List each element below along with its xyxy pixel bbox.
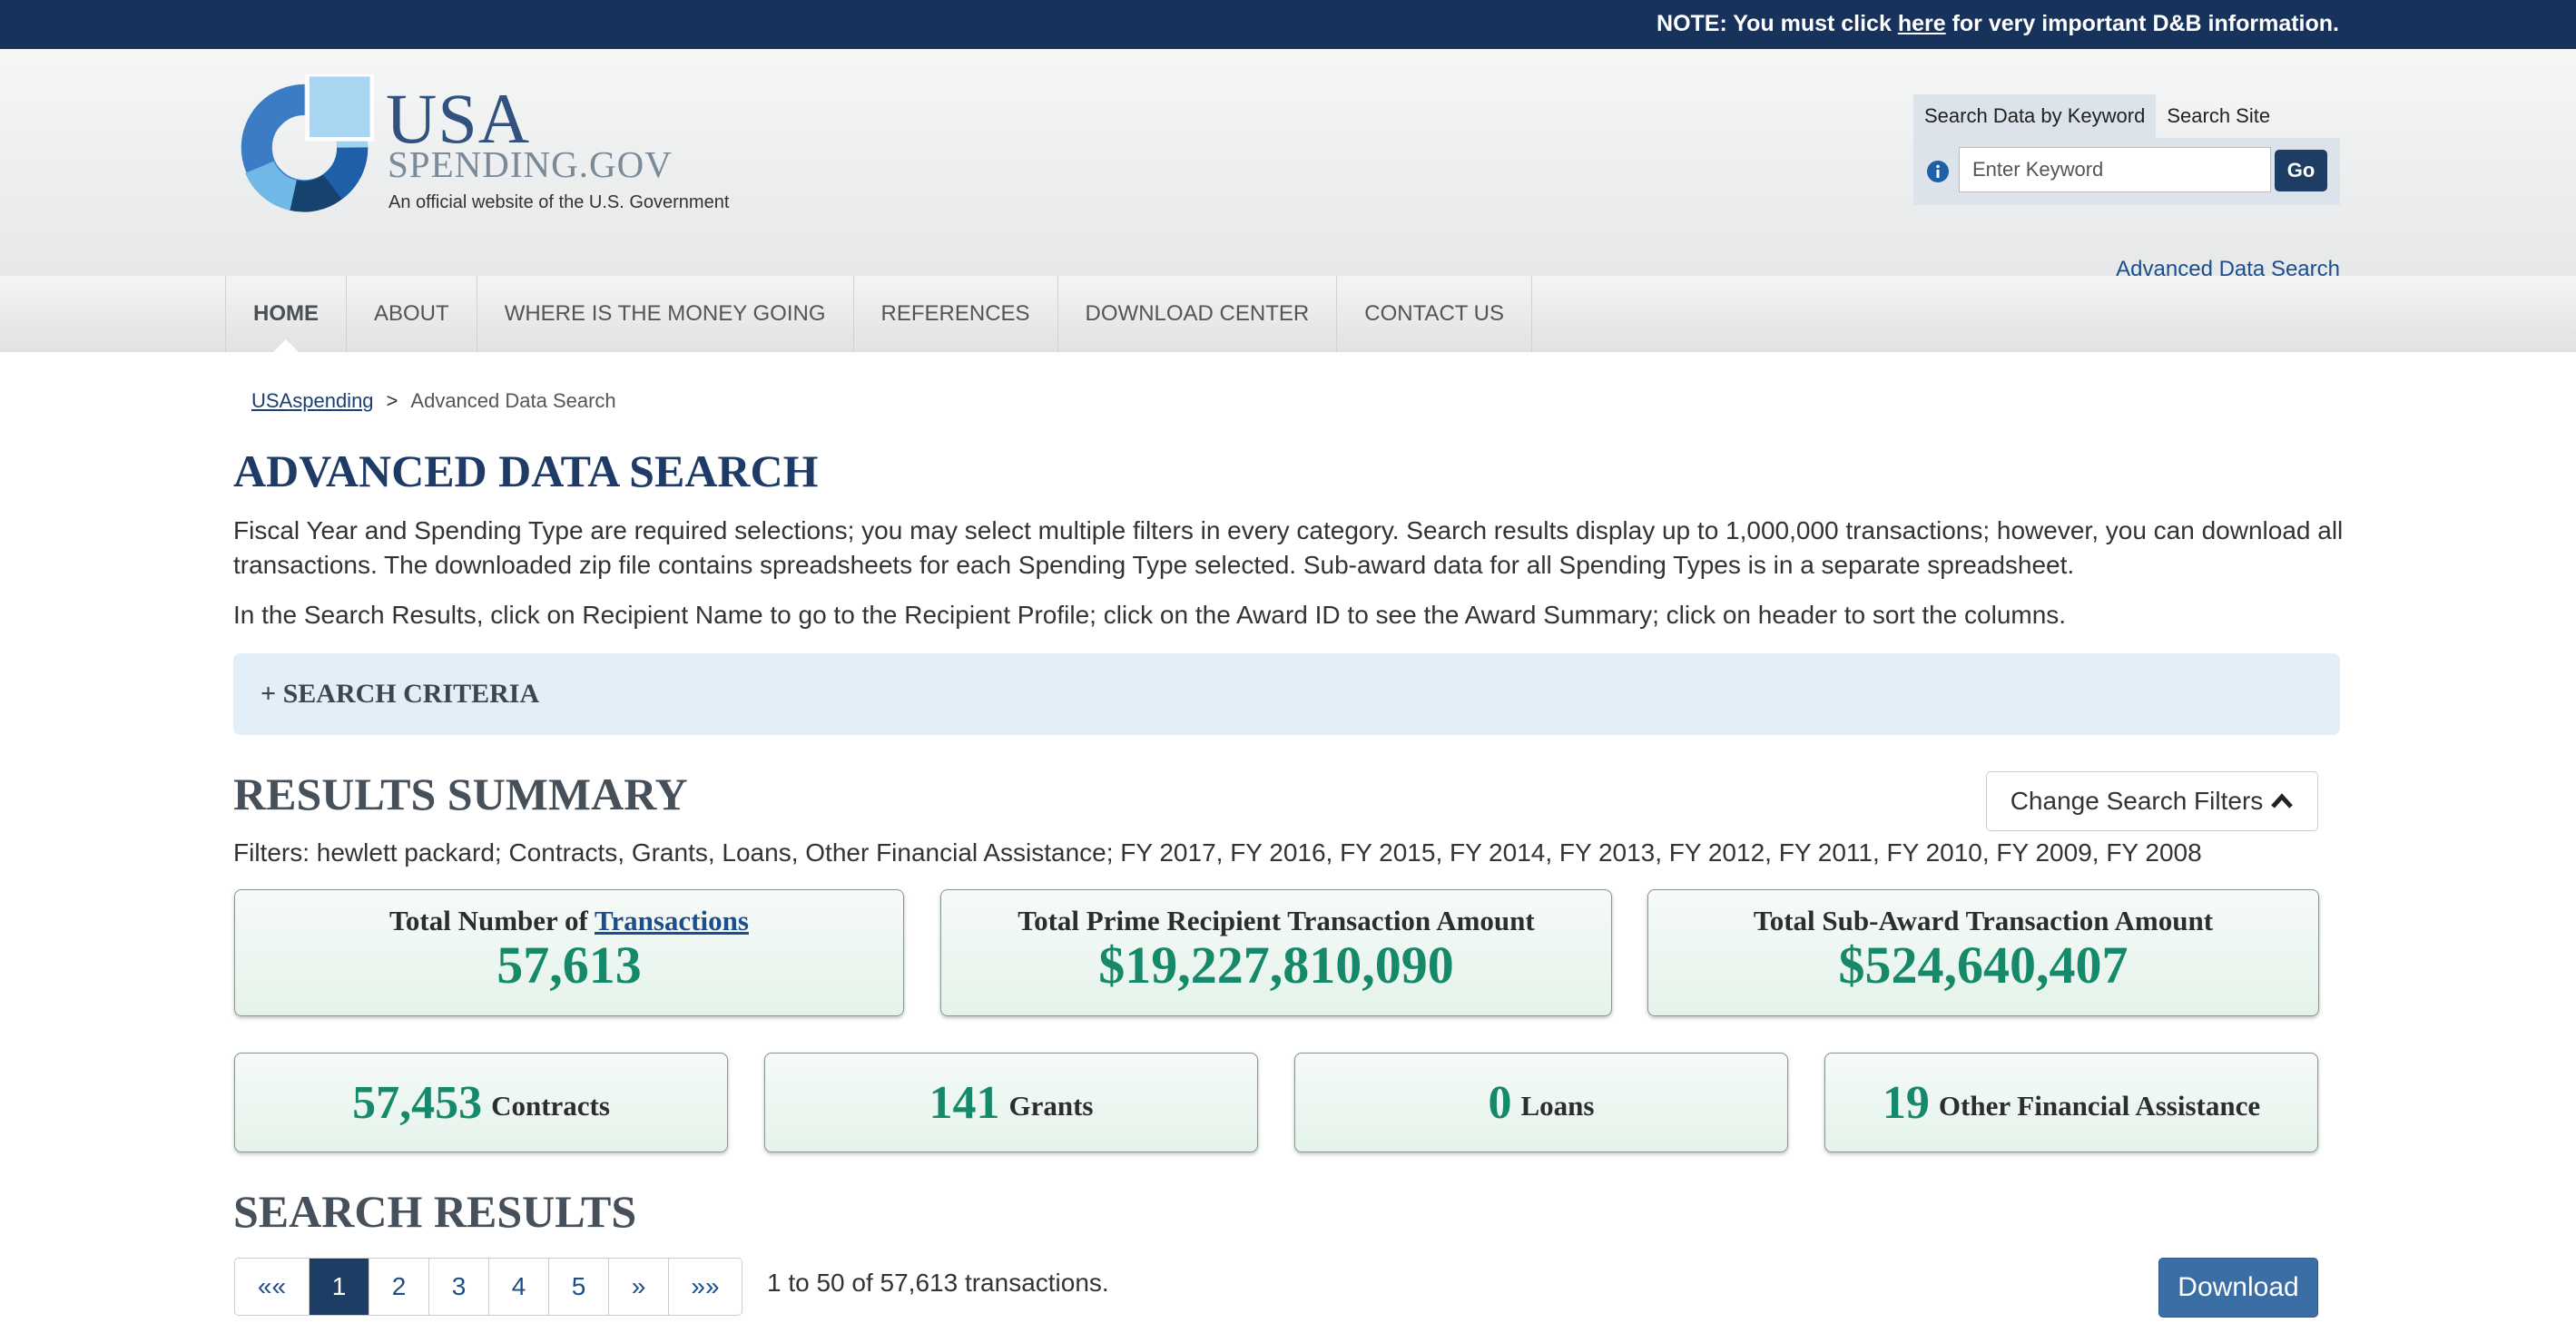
main-nav: HOME ABOUT WHERE IS THE MONEY GOING REFE… [0,276,2576,352]
notice-prefix: NOTE: You must click [1657,11,1898,36]
nav-item-home[interactable]: HOME [226,276,347,352]
info-icon[interactable] [1926,160,1950,183]
contracts-label: Contracts [491,1090,610,1122]
total-transactions-label: Total Number of Transactions [235,905,903,937]
breadcrumb-current: Advanced Data Search [410,389,616,412]
notice-bar: NOTE: You must click here for very impor… [0,0,2576,49]
grants-count-card[interactable]: 141 Grants [764,1053,1258,1152]
total-transactions-value: 57,613 [497,936,642,995]
tab-search-site[interactable]: Search Site [2156,94,2281,138]
other-financial-assistance-count-card[interactable]: 19 Other Financial Assistance [1824,1053,2318,1152]
results-summary-title: RESULTS SUMMARY [233,769,688,819]
pager-page-2[interactable]: 2 [369,1259,429,1315]
breadcrumb-home-link[interactable]: USAspending [251,389,374,412]
keyword-search-box: Search Data by Keyword Search Site Go [1913,94,2340,205]
pager-page-5[interactable]: 5 [549,1259,609,1315]
loans-count-card[interactable]: 0 Loans [1294,1053,1788,1152]
total-transactions-card: Total Number of Transactions 57,613 [234,889,904,1016]
nav-item-download-center[interactable]: DOWNLOAD CENTER [1058,276,1338,352]
notice-suffix: for very important D&B information. [1945,11,2339,36]
pager-next[interactable]: » [609,1259,669,1315]
pager-page-1[interactable]: 1 [310,1259,369,1315]
intro-text: Fiscal Year and Spending Type are requir… [233,516,2344,579]
total-prime-amount-card: Total Prime Recipient Transaction Amount… [940,889,1612,1016]
chevron-up-icon [2271,793,2294,808]
total-transactions-label-prefix: Total Number of [389,905,595,936]
change-search-filters-label: Change Search Filters [2010,787,2264,815]
contracts-count: 57,453 [352,1076,483,1129]
search-criteria-toggle[interactable]: + SEARCH CRITERIA [233,653,2340,735]
transactions-link[interactable]: Transactions [595,905,749,936]
pager-page-4[interactable]: 4 [489,1259,549,1315]
total-prime-amount-value: $19,227,810,090 [1098,936,1454,995]
results-count: 1 to 50 of 57,613 transactions. [767,1269,1109,1297]
search-tabs: Search Data by Keyword Search Site [1913,94,2281,138]
nav-item-references[interactable]: REFERENCES [854,276,1058,352]
page-title: ADVANCED DATA SEARCH [233,446,819,496]
total-prime-amount-label: Total Prime Recipient Transaction Amount [1018,905,1535,936]
grants-label: Grants [1008,1090,1094,1122]
pager-page-3[interactable]: 3 [429,1259,489,1315]
pager-first[interactable]: «« [235,1259,310,1315]
nav-items: HOME ABOUT WHERE IS THE MONEY GOING REFE… [225,276,1533,352]
total-subaward-amount-label: Total Sub-Award Transaction Amount [1753,905,2214,936]
filters-summary: Filters: hewlett packard; Contracts, Gra… [233,838,2202,867]
total-subaward-amount-value: $524,640,407 [1838,936,2129,995]
logo-spending[interactable]: SPENDING.GOV [388,146,673,183]
change-search-filters-button[interactable]: Change Search Filters [1986,771,2318,831]
loans-label: Loans [1520,1090,1595,1122]
search-results-title: SEARCH RESULTS [233,1186,637,1237]
keyword-input[interactable] [1959,147,2271,192]
notice-text: NOTE: You must click here for very impor… [1657,11,2339,37]
search-criteria-label: + SEARCH CRITERIA [261,679,540,709]
pagination: «« 1 2 3 4 5 » »» [234,1258,742,1316]
other-financial-assistance-count: 19 [1882,1076,1930,1129]
total-subaward-amount-card: Total Sub-Award Transaction Amount $524,… [1647,889,2319,1016]
breadcrumb: USAspending > Advanced Data Search [251,389,616,413]
logo-tagline: An official website of the U.S. Governme… [388,192,730,212]
intro-instructions: In the Search Results, click on Recipien… [233,601,2067,629]
nav-item-where-is-the-money-going[interactable]: WHERE IS THE MONEY GOING [477,276,854,352]
contracts-count-card[interactable]: 57,453 Contracts [234,1053,728,1152]
loans-count: 0 [1488,1076,1512,1129]
tab-search-data-by-keyword[interactable]: Search Data by Keyword [1913,94,2157,138]
other-financial-assistance-label: Other Financial Assistance [1938,1090,2261,1122]
nav-item-about[interactable]: ABOUT [347,276,477,352]
breadcrumb-separator: > [386,389,398,412]
logo-ring-icon[interactable] [234,74,375,215]
grants-count: 141 [929,1076,1000,1129]
nav-item-contact-us[interactable]: CONTACT US [1337,276,1533,352]
search-panel: Go [1913,138,2340,205]
notice-here-link[interactable]: here [1898,11,1946,36]
download-button[interactable]: Download [2158,1258,2318,1318]
site-header: USA SPENDING.GOV An official website of … [0,49,2576,281]
pager-last[interactable]: »» [669,1259,742,1315]
go-button[interactable]: Go [2275,150,2327,191]
